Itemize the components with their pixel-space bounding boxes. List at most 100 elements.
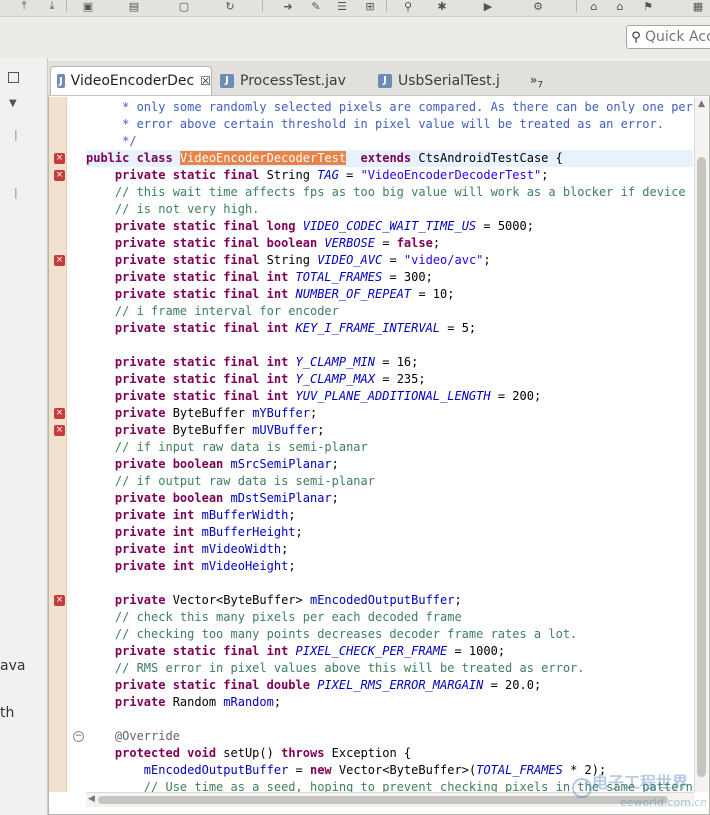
hierarchy-icon[interactable]: ⊞ [362,0,378,13]
toolbar-strip [0,17,710,58]
new-file-icon[interactable]: ▢ [176,0,192,13]
code-line[interactable]: private static final boolean VERBOSE = f… [86,235,693,252]
code-token: ; [483,253,491,267]
external-tools-icon[interactable]: ⚙ [530,0,546,13]
code-token: private [114,423,166,437]
code-line[interactable]: private static final long VIDEO_CODEC_WA… [86,218,693,235]
debug-icon[interactable]: ✱ [434,0,450,13]
highlighted-class-name: VideoEncoderDecoderTest [179,151,347,165]
code-line[interactable]: private int mBufferHeight; [86,524,693,541]
code-line[interactable]: private int mVideoHeight; [86,558,693,575]
code-line[interactable]: private boolean mSrcSemiPlanar; [86,456,693,473]
code-line[interactable]: * error above certain threshold in pixel… [86,116,693,133]
code-token: ; [288,508,296,522]
code-line[interactable]: private ByteBuffer mUVBuffer; [86,422,693,439]
tab-label: ProcessTest.jav [240,72,346,89]
error-marker-icon[interactable]: × [54,425,65,436]
download-icon[interactable]: ⤓ [44,0,60,12]
open-project-icon[interactable]: ⌂ [612,0,628,13]
code-line[interactable]: private static final int PIXEL_CHECK_PER… [86,643,693,660]
new-class-icon[interactable]: ▣ [80,0,96,13]
error-marker-icon[interactable]: × [54,408,65,419]
code-line[interactable]: // checking too many points decreases de… [86,626,693,643]
code-line[interactable]: protected void setUp() throws Exception … [86,745,693,762]
code-token: // checking too many points decreases de… [86,627,578,641]
code-line[interactable] [86,337,693,354]
code-line[interactable]: private static final int YUV_PLANE_ADDIT… [86,388,693,405]
code-line[interactable]: public class VideoEncoderDecoderTest ext… [86,150,693,167]
code-line[interactable]: private int mVideoWidth; [86,541,693,558]
error-marker-icon[interactable]: × [54,170,65,181]
close-tab-icon[interactable]: ☒ [200,74,211,88]
pin-icon[interactable]: ⚑ [640,0,656,13]
code-line[interactable]: private ByteBuffer mYBuffer; [86,405,693,422]
code-line[interactable]: private Random mRandom; [86,694,693,711]
open-type-icon[interactable]: ▤ [126,0,142,13]
run-icon[interactable]: ▶ [480,0,496,13]
vertical-scrollbar[interactable]: ▲ [694,97,709,792]
code-line[interactable]: // is not very high. [86,201,693,218]
tab-processtest[interactable]: J ProcessTest.jav [214,66,374,95]
minimize-view-icon[interactable] [8,72,19,83]
outline-icon[interactable]: ☰ [334,0,350,13]
code-token: mBufferHeight [201,525,296,539]
code-line[interactable]: @Override [86,728,693,745]
code-line[interactable]: private static final int KEY_I_FRAME_INT… [86,320,693,337]
watermark-circle-icon [572,778,592,798]
code-line[interactable]: // this wait time affects fps as too big… [86,184,693,201]
tab-overflow-button[interactable]: »7 [530,73,543,90]
error-marker-icon[interactable]: × [54,255,65,266]
highlight-icon[interactable]: ✎ [308,0,324,13]
code-line[interactable] [86,711,693,728]
search-icon[interactable]: ⚲ [400,0,416,13]
scroll-left-icon[interactable]: ◀ [88,794,95,804]
fold-collapse-icon[interactable]: − [73,731,84,742]
code-line[interactable]: private static final int Y_CLAMP_MAX = 2… [86,371,693,388]
folding-ruler[interactable] [67,97,85,792]
perspective-icon[interactable]: ▦ [690,0,706,13]
code-line[interactable]: private static final String TAG = "Video… [86,167,693,184]
quick-access-input[interactable] [645,29,710,45]
code-token: ; [295,525,303,539]
error-marker-icon[interactable]: × [54,595,65,606]
quick-access-field[interactable]: ⚲ [626,25,710,49]
vertical-scroll-thumb[interactable] [697,157,706,777]
code-line[interactable] [86,575,693,592]
run-to-line-icon[interactable]: ➜ [280,0,296,13]
refresh-icon[interactable]: ↻ [222,0,238,13]
code-line[interactable]: // i frame interval for encoder [86,303,693,320]
code-line[interactable]: private static final int NUMBER_OF_REPEA… [86,286,693,303]
code-token: // if output raw data is semi-planar [86,474,375,488]
code-line[interactable]: // if input raw data is semi-planar [86,439,693,456]
code-line[interactable]: private static final int Y_CLAMP_MIN = 1… [86,354,693,371]
code-token: KEY_I_FRAME_INTERVAL [295,321,441,335]
scroll-up-icon[interactable]: ▲ [698,99,705,109]
code-line[interactable]: // RMS error in pixel values above this … [86,660,693,677]
code-line[interactable]: * only some randomly selected pixels are… [86,99,693,116]
code-token: private static final int [114,270,296,284]
left-panel-text: th [0,705,15,721]
upload-icon[interactable]: ⤒ [16,0,32,12]
error-marker-icon[interactable]: × [54,153,65,164]
code-line[interactable]: private Vector<ByteBuffer> mEncodedOutpu… [86,592,693,609]
code-editor[interactable]: * only some randomly selected pixels are… [86,97,693,792]
code-line[interactable]: private int mBufferWidth; [86,507,693,524]
code-line[interactable]: */ [86,133,693,150]
code-line[interactable]: private static final String VIDEO_AVC = … [86,252,693,269]
annotation-ruler[interactable] [49,97,67,792]
code-token: mEncodedOutputBuffer [309,593,455,607]
left-panel: ▼ | | ava th [0,58,48,815]
view-menu-icon[interactable]: ▼ [9,98,17,109]
open-folder-icon[interactable]: ⌂ [586,0,602,13]
code-token: Exception { [324,746,412,760]
tab-videoencoderdecodertest[interactable]: J VideoEncoderDec ☒ [50,66,212,95]
code-line[interactable]: // check this many pixels per each decod… [86,609,693,626]
code-token: private static final boolean [114,236,325,250]
code-line[interactable]: private boolean mDstSemiPlanar; [86,490,693,507]
code-line[interactable]: private static final double PIXEL_RMS_ER… [86,677,693,694]
tab-usbserialtest[interactable]: J UsbSerialTest.j [372,66,522,95]
code-line[interactable]: // if output raw data is semi-planar [86,473,693,490]
code-line[interactable]: private static final int TOTAL_FRAMES = … [86,269,693,286]
